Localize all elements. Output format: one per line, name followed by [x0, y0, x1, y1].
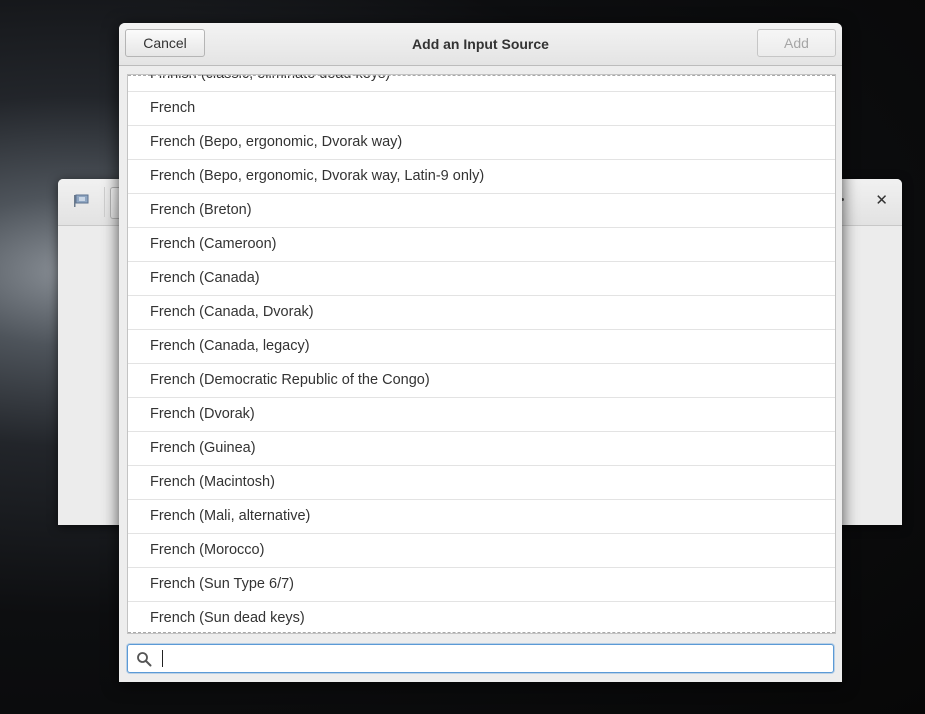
- search-icon: [136, 651, 152, 667]
- list-item[interactable]: French (Cameroon): [128, 228, 835, 262]
- search-input[interactable]: [160, 648, 827, 669]
- list-item[interactable]: French (Bepo, ergonomic, Dvorak way): [128, 126, 835, 160]
- add-button[interactable]: Add: [757, 29, 836, 57]
- list-scroll-edge-top: [128, 75, 835, 76]
- list-item[interactable]: French: [128, 92, 835, 126]
- list-item[interactable]: French (Canada, Dvorak): [128, 296, 835, 330]
- header-separator: [104, 187, 105, 217]
- search-field[interactable]: [127, 644, 834, 673]
- input-source-list[interactable]: Finnish (classic, eliminate dead keys) Fr…: [127, 74, 836, 634]
- text-caret: [162, 650, 163, 667]
- dialog-title: Add an Input Source: [412, 36, 549, 52]
- input-source-list-items: Finnish (classic, eliminate dead keys) Fr…: [128, 75, 835, 633]
- dialog-header: Cancel Add an Input Source Add: [119, 23, 842, 66]
- list-item[interactable]: French (Sun Type 6/7): [128, 568, 835, 602]
- list-item[interactable]: Finnish (classic, eliminate dead keys): [128, 75, 835, 92]
- list-item[interactable]: French (Bepo, ergonomic, Dvorak way, Lat…: [128, 160, 835, 194]
- list-scroll-edge-bottom: [128, 632, 835, 633]
- list-item[interactable]: French (Morocco): [128, 534, 835, 568]
- add-input-source-dialog: Cancel Add an Input Source Add Finnish (…: [119, 23, 842, 682]
- flag-icon: [73, 194, 89, 208]
- close-icon[interactable]: ✕: [875, 191, 888, 209]
- list-item[interactable]: French (Dvorak): [128, 398, 835, 432]
- list-item[interactable]: French (Mali, alternative): [128, 500, 835, 534]
- list-item[interactable]: French (Macintosh): [128, 466, 835, 500]
- list-item[interactable]: French (Sun dead keys): [128, 602, 835, 633]
- list-item[interactable]: French (Democratic Republic of the Congo…: [128, 364, 835, 398]
- list-item[interactable]: French (Breton): [128, 194, 835, 228]
- list-item[interactable]: French (Canada, legacy): [128, 330, 835, 364]
- list-item[interactable]: French (Canada): [128, 262, 835, 296]
- list-item[interactable]: French (Guinea): [128, 432, 835, 466]
